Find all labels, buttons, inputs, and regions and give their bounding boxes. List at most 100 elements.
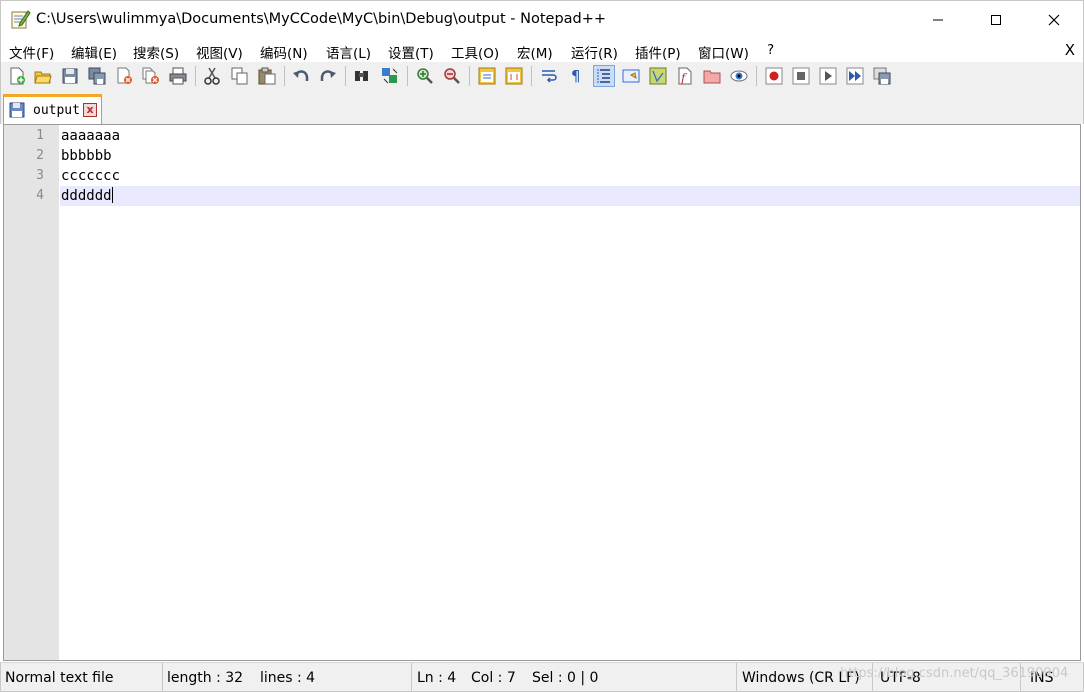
editor-line[interactable]: bbbbbb — [60, 146, 1080, 166]
editor-line[interactable]: aaaaaaa — [60, 126, 1080, 146]
status-line-number: Ln : 4 — [417, 670, 457, 686]
notepad-plus-plus-icon[interactable] — [11, 9, 31, 29]
title-bar: C:\Users\wulimmya\Documents\MyCCode\MyC\… — [0, 0, 1084, 38]
saved-file-icon — [9, 102, 25, 118]
find-icon — [355, 71, 368, 81]
document-map-button[interactable] — [647, 65, 669, 87]
toolbar-separator — [195, 66, 196, 86]
line-text: bbbbbb — [61, 148, 112, 164]
close-all-button[interactable] — [140, 65, 162, 87]
run-macro-multiple-button[interactable] — [844, 65, 866, 87]
open-file-button[interactable] — [32, 65, 54, 87]
close-file-button[interactable] — [113, 65, 135, 87]
redo-button[interactable] — [317, 65, 339, 87]
status-length: length : 32 — [167, 670, 244, 686]
find-button[interactable] — [351, 65, 373, 87]
editor[interactable]: aaaaaaa bbbbbb ccccccc dddddd 1 2 3 4 — [3, 124, 1081, 661]
maximize-icon — [991, 15, 1001, 25]
monitoring-button[interactable] — [728, 65, 750, 87]
show-all-characters-icon: ¶ — [571, 67, 581, 85]
menu-language[interactable]: 语言(L) — [326, 42, 371, 62]
zoom-in-button[interactable] — [414, 65, 436, 87]
run-macro-multiple-icon — [846, 67, 864, 85]
replace-icon — [382, 68, 398, 84]
user-defined-language-icon — [622, 69, 640, 83]
close-icon — [117, 67, 132, 84]
save-all-button[interactable] — [86, 65, 108, 87]
line-number: 3 — [36, 168, 44, 183]
toolbar-separator — [284, 66, 285, 86]
svg-text:¶: ¶ — [571, 67, 581, 85]
line-number-gutter — [4, 125, 59, 660]
close-button[interactable] — [1025, 1, 1083, 39]
redo-icon — [320, 70, 336, 81]
minimize-icon — [933, 19, 943, 21]
editor-line[interactable]: ccccccc — [60, 166, 1080, 186]
menu-file[interactable]: 文件(F) — [9, 42, 54, 62]
menu-search[interactable]: 搜索(S) — [133, 42, 179, 62]
close-icon — [1048, 14, 1060, 26]
watermark: https://blog.csdn.net/qq_36190904 — [840, 666, 1069, 681]
menu-macro[interactable]: 宏(M) — [517, 42, 553, 62]
word-wrap-button[interactable] — [538, 65, 560, 87]
indent-guide-button[interactable] — [593, 65, 615, 87]
close-document-button[interactable]: X — [1065, 41, 1075, 59]
menu-bar: 文件(F) 编辑(E) 搜索(S) 视图(V) 编码(N) 语言(L) 设置(T… — [0, 38, 1084, 62]
sync-vertical-icon — [478, 67, 496, 85]
word-wrap-icon — [542, 70, 557, 83]
zoom-out-button[interactable] — [441, 65, 463, 87]
status-lines: lines : 4 — [260, 670, 316, 686]
show-all-characters-button[interactable]: ¶ — [565, 65, 587, 87]
open-file-icon — [34, 71, 52, 84]
sync-horizontal-button[interactable] — [503, 65, 525, 87]
record-macro-button[interactable] — [763, 65, 785, 87]
monitoring-icon — [730, 70, 748, 82]
playback-macro-button[interactable] — [817, 65, 839, 87]
sync-vertical-button[interactable] — [476, 65, 498, 87]
tab-label: output — [33, 103, 80, 118]
print-button[interactable] — [167, 65, 189, 87]
copy-icon — [231, 67, 248, 85]
folder-as-workspace-button[interactable] — [701, 65, 723, 87]
undo-button[interactable] — [290, 65, 312, 87]
save-macro-button[interactable] — [871, 65, 893, 87]
menu-settings[interactable]: 设置(T) — [388, 42, 434, 62]
menu-tools[interactable]: 工具(O) — [451, 42, 499, 62]
paste-button[interactable] — [256, 65, 278, 87]
new-file-button[interactable] — [6, 65, 28, 87]
save-button[interactable] — [59, 65, 81, 87]
function-list-icon: f — [678, 67, 692, 85]
menu-encoding[interactable]: 编码(N) — [260, 42, 308, 62]
line-text: ccccccc — [61, 168, 121, 184]
window-title: C:\Users\wulimmya\Documents\MyCCode\MyC\… — [36, 11, 607, 27]
maximize-button[interactable] — [967, 1, 1025, 39]
line-text: aaaaaaa — [61, 128, 121, 144]
toolbar-separator — [407, 66, 408, 86]
stop-recording-icon — [792, 67, 810, 85]
stop-recording-button[interactable] — [790, 65, 812, 87]
toolbar-separator — [756, 66, 757, 86]
replace-button[interactable] — [379, 65, 401, 87]
playback-macro-icon — [819, 67, 837, 85]
indent-guide-icon — [597, 69, 610, 83]
record-macro-icon — [765, 67, 783, 85]
tab-close-button[interactable]: x — [83, 103, 97, 117]
toolbar: ¶ f — [0, 62, 1084, 91]
toolbar-separator — [531, 66, 532, 86]
zoom-out-icon — [444, 68, 460, 84]
status-selection: Sel : 0 | 0 — [532, 670, 599, 686]
menu-help[interactable]: ? — [767, 42, 774, 58]
menu-edit[interactable]: 编辑(E) — [71, 42, 117, 62]
cut-button[interactable] — [201, 65, 223, 87]
menu-run[interactable]: 运行(R) — [571, 42, 618, 62]
menu-view[interactable]: 视图(V) — [196, 42, 243, 62]
tab-bar: output x — [0, 91, 1084, 124]
copy-button[interactable] — [229, 65, 251, 87]
user-defined-language-button[interactable] — [620, 65, 642, 87]
tab-output[interactable]: output x — [3, 94, 102, 124]
menu-window[interactable]: 窗口(W) — [698, 42, 749, 62]
menu-plugins[interactable]: 插件(P) — [635, 42, 681, 62]
editor-line-current[interactable]: dddddd — [60, 186, 1080, 206]
function-list-button[interactable]: f — [674, 65, 696, 87]
minimize-button[interactable] — [909, 1, 967, 39]
